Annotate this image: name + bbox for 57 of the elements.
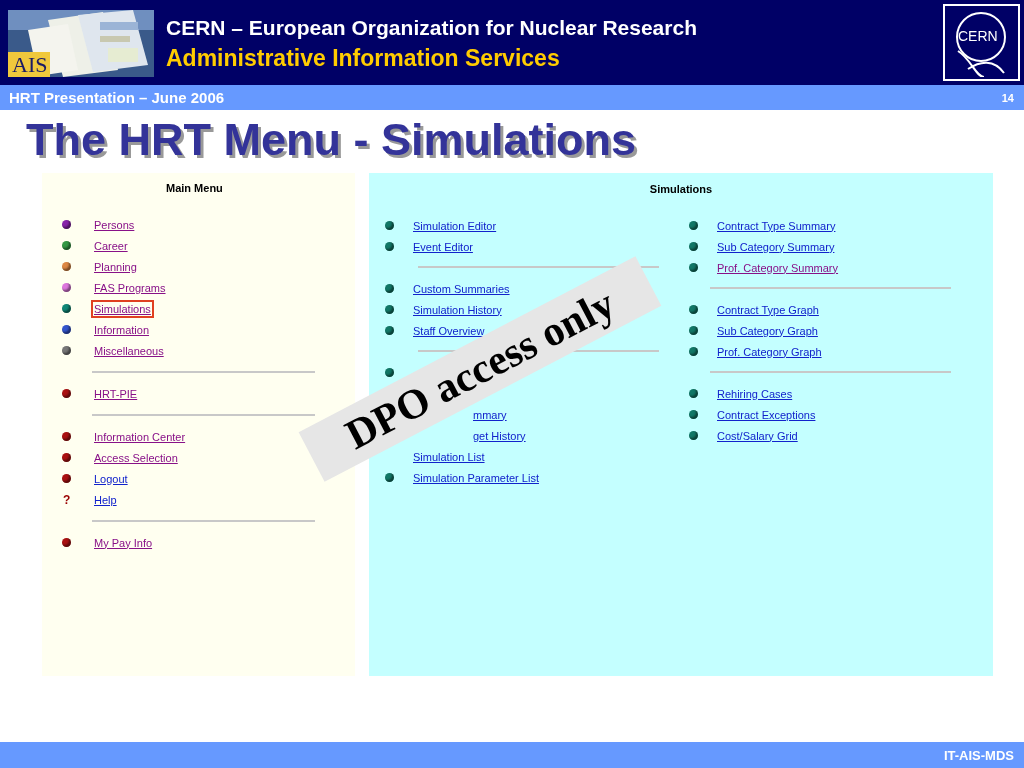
- menu-link[interactable]: Simulation Editor: [410, 216, 500, 235]
- panel-title: Main Menu: [166, 181, 223, 195]
- menu-link[interactable]: HRT-PIE: [91, 384, 141, 403]
- header-subtitle: Administrative Information Services: [166, 44, 560, 73]
- menu-link[interactable]: Career: [91, 236, 131, 255]
- bullet-dot: [385, 326, 394, 335]
- menu-link[interactable]: Contract Type Graph: [714, 300, 822, 319]
- menu-link[interactable]: Staff Overview: [410, 321, 488, 340]
- help-mark: ?: [63, 492, 71, 507]
- bullet-dot: [689, 326, 698, 335]
- bullet-dot: [385, 221, 394, 230]
- page-number: 14: [1001, 91, 1014, 104]
- bullet-dot: [689, 410, 698, 419]
- menu-link[interactable]: Planning: [91, 257, 140, 276]
- menu-link[interactable]: FAS Programs: [91, 278, 169, 297]
- menu-link[interactable]: Custom Summaries: [410, 279, 513, 298]
- presentation-title: HRT Presentation – June 2006: [9, 89, 225, 106]
- bullet-dot: [385, 473, 394, 482]
- menu-link[interactable]: Simulation List: [410, 447, 488, 466]
- bullet-dot: [689, 263, 698, 272]
- bullet-dot: [385, 368, 394, 377]
- menu-link[interactable]: Event Editor: [410, 237, 476, 256]
- menu-link[interactable]: Sub Category Graph: [714, 321, 821, 340]
- footer-text: IT-AIS-MDS: [943, 747, 1014, 763]
- header-title: CERN – European Organization for Nuclear Research: [166, 15, 697, 41]
- menu-link[interactable]: Information Center: [91, 427, 189, 446]
- menu-link[interactable]: mmary: [470, 405, 510, 424]
- bullet-dot: [689, 389, 698, 398]
- menu-link[interactable]: Logout: [91, 469, 131, 488]
- logo-text: AIS: [12, 53, 48, 77]
- menu-link[interactable]: Persons: [91, 215, 138, 234]
- bullet-dot: [689, 242, 698, 251]
- menu-link[interactable]: Contract Exceptions: [714, 405, 819, 424]
- menu-link[interactable]: Miscellaneous: [91, 341, 167, 360]
- menu-link[interactable]: get History: [470, 426, 529, 445]
- bullet-dot: [689, 221, 698, 230]
- bullet-dot: [689, 305, 698, 314]
- bullet-dot: [689, 431, 698, 440]
- menu-link[interactable]: Simulations: [91, 299, 154, 318]
- menu-link[interactable]: Contract Type Summary: [714, 216, 839, 235]
- bullet-dot: [689, 347, 698, 356]
- menu-link[interactable]: Access Selection: [91, 448, 181, 467]
- menu-link[interactable]: My Pay Info: [91, 533, 156, 552]
- menu-link[interactable]: Cost/Salary Grid: [714, 426, 801, 445]
- menu-link[interactable]: Information: [91, 320, 153, 339]
- bullet-dot: [385, 284, 394, 293]
- menu-link[interactable]: Sub Category Summary: [714, 237, 838, 256]
- menu-link[interactable]: Rehiring Cases: [714, 384, 796, 403]
- menu-link[interactable]: Help: [91, 490, 120, 509]
- panel-title: Simulations: [649, 182, 713, 196]
- bullet-dot: [385, 305, 394, 314]
- menu-link[interactable]: Simulation History: [410, 300, 505, 319]
- bullet-dot: [385, 242, 394, 251]
- menu-link[interactable]: Prof. Category Graph: [714, 342, 825, 361]
- menu-link[interactable]: Prof. Category Summary: [714, 258, 842, 277]
- emblem-text: CERN: [958, 28, 998, 44]
- slide-title: The HRT Menu - Simulations: [26, 114, 636, 166]
